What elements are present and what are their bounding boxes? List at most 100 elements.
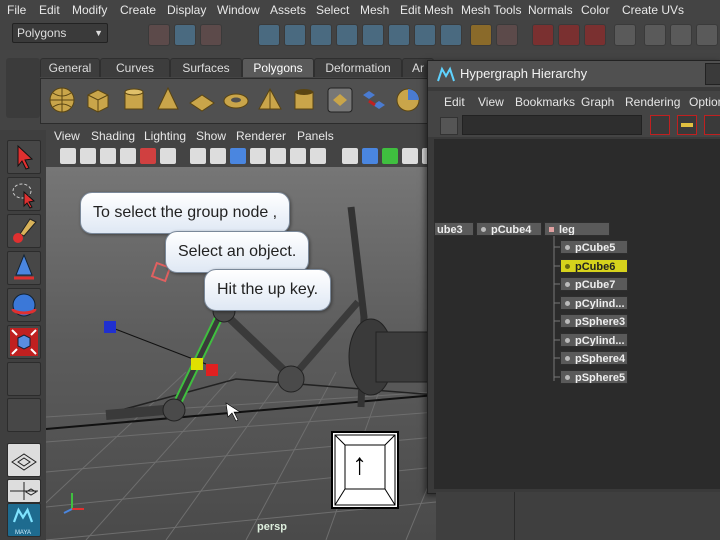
hg-frame-all-icon[interactable]: [704, 115, 720, 135]
hg-toolbar-grip[interactable]: [440, 117, 458, 135]
manipulator-red-handle[interactable]: [206, 364, 218, 376]
render-icon[interactable]: [558, 24, 580, 46]
node-psphere5[interactable]: pSphere5: [560, 370, 628, 384]
snap-plane-icon[interactable]: [336, 24, 358, 46]
empty-tool-slot[interactable]: [7, 398, 41, 432]
poly-pyramid-icon[interactable]: [255, 85, 285, 115]
mode-selector-dropdown[interactable]: Polygons ▼: [12, 23, 108, 43]
menu-display[interactable]: Display: [167, 3, 206, 17]
gate-mask-icon[interactable]: [230, 148, 246, 164]
snap-point-icon[interactable]: [310, 24, 332, 46]
grease-pencil-icon[interactable]: [140, 148, 156, 164]
resolution-gate-icon[interactable]: [210, 148, 226, 164]
hypershade-icon[interactable]: [644, 24, 666, 46]
manipulator-blue-handle[interactable]: [104, 321, 116, 333]
node-pcylinder-b[interactable]: pCylind...: [560, 333, 628, 347]
node-pcube4[interactable]: pCube4: [476, 222, 542, 236]
poly-pipe-icon[interactable]: [289, 85, 319, 115]
menu-create[interactable]: Create: [120, 3, 156, 17]
shelf-options-strip[interactable]: [6, 58, 40, 118]
hg-menu-rendering[interactable]: Rendering: [625, 95, 680, 109]
hypergraph-graph-area[interactable]: ube3 pCube4 leg pCube5 pCube6 pCube7 pCy…: [434, 139, 720, 489]
menu-edit[interactable]: Edit: [39, 3, 60, 17]
wireframe-icon[interactable]: [342, 148, 358, 164]
panel-menu-panels[interactable]: Panels: [297, 129, 334, 143]
attribute-editor-icon[interactable]: [670, 24, 692, 46]
text-icon[interactable]: [310, 148, 326, 164]
xray-icon[interactable]: [402, 148, 418, 164]
hypergraph-titlebar[interactable]: Hypergraph Hierarchy: [428, 61, 720, 87]
tab-general[interactable]: General: [40, 58, 100, 77]
poly-cube-icon[interactable]: [83, 85, 113, 115]
poly-plane-icon[interactable]: [187, 85, 217, 115]
ipr-render-icon[interactable]: [584, 24, 606, 46]
channel-box-icon[interactable]: [696, 24, 718, 46]
grid-icon[interactable]: [160, 148, 176, 164]
bookmark-icon[interactable]: [80, 148, 96, 164]
rotate-tool-icon[interactable]: [7, 288, 41, 322]
menu-color[interactable]: Color: [581, 3, 610, 17]
two-d-pan-icon[interactable]: [120, 148, 136, 164]
hg-menu-options[interactable]: Option: [689, 95, 720, 109]
poly-cone-icon[interactable]: [153, 85, 183, 115]
layout-quad-icon[interactable]: [7, 479, 41, 503]
isolate-select-icon[interactable]: [382, 148, 398, 164]
separate-icon[interactable]: [359, 85, 389, 115]
layout-single-icon[interactable]: [7, 443, 41, 477]
node-pcylinder-a[interactable]: pCylind...: [560, 296, 628, 310]
symmetry-icon[interactable]: [440, 24, 462, 46]
render-settings-icon[interactable]: [614, 24, 636, 46]
tab-curves[interactable]: Curves: [100, 58, 170, 77]
menu-normals[interactable]: Normals: [528, 3, 573, 17]
hg-menu-graph[interactable]: Graph: [581, 95, 614, 109]
construction-history-icon[interactable]: [532, 24, 554, 46]
paint-select-icon[interactable]: [7, 214, 41, 248]
node-leg[interactable]: leg: [544, 222, 610, 236]
film-gate-icon[interactable]: [190, 148, 206, 164]
lock-icon[interactable]: [470, 24, 492, 46]
panel-menu-shading[interactable]: Shading: [91, 129, 135, 143]
panel-menu-view[interactable]: View: [54, 129, 80, 143]
menu-assets[interactable]: Assets: [270, 3, 306, 17]
tab-surfaces[interactable]: Surfaces: [170, 58, 242, 77]
snap-surface-icon[interactable]: [362, 24, 384, 46]
panel-menu-show[interactable]: Show: [196, 129, 226, 143]
camera-attributes-icon[interactable]: [60, 148, 76, 164]
node-pcube5[interactable]: pCube5: [560, 240, 628, 254]
smooth-shade-icon[interactable]: [362, 148, 378, 164]
menu-select[interactable]: Select: [316, 3, 349, 17]
menu-mesh[interactable]: Mesh: [360, 3, 389, 17]
window-control-button[interactable]: [705, 63, 720, 85]
select-by-component-icon[interactable]: [200, 24, 222, 46]
scale-tool-icon[interactable]: [7, 325, 41, 359]
image-plane-icon[interactable]: [100, 148, 116, 164]
hg-scene-hierarchy-icon[interactable]: [650, 115, 670, 135]
snap-grid-icon[interactable]: [258, 24, 280, 46]
tab-polygons[interactable]: Polygons: [242, 58, 314, 77]
menu-modify[interactable]: Modify: [72, 3, 107, 17]
combine-icon[interactable]: [325, 85, 355, 115]
poly-sphere-icon[interactable]: [47, 85, 77, 115]
poly-torus-icon[interactable]: [221, 85, 251, 115]
node-pcube7[interactable]: pCube7: [560, 277, 628, 291]
select-by-hierarchy-icon[interactable]: [148, 24, 170, 46]
last-tool-slot[interactable]: [7, 362, 41, 396]
field-chart-icon[interactable]: [250, 148, 266, 164]
hg-menu-edit[interactable]: Edit: [444, 95, 465, 109]
hg-search-input[interactable]: [462, 115, 642, 135]
safe-action-icon[interactable]: [270, 148, 286, 164]
move-tool-icon[interactable]: [7, 251, 41, 285]
poly-cylinder-icon[interactable]: [119, 85, 149, 115]
node-psphere3[interactable]: pSphere3: [560, 314, 628, 328]
panel-menu-lighting[interactable]: Lighting: [144, 129, 186, 143]
node-psphere4[interactable]: pSphere4: [560, 351, 628, 365]
panel-menu-renderer[interactable]: Renderer: [236, 129, 286, 143]
menu-mesh-tools[interactable]: Mesh Tools: [461, 3, 521, 17]
select-highlight-icon[interactable]: [496, 24, 518, 46]
select-tool-icon[interactable]: [7, 140, 41, 174]
hg-menu-view[interactable]: View: [478, 95, 504, 109]
node-pcube6-selected[interactable]: pCube6: [560, 259, 628, 273]
manipulator-yellow-handle[interactable]: [191, 358, 203, 370]
menu-window[interactable]: Window: [217, 3, 260, 17]
soft-select-icon[interactable]: [414, 24, 436, 46]
